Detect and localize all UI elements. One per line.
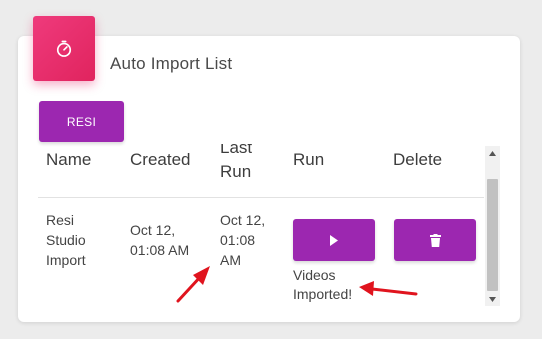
arrow-to-status	[359, 281, 418, 296]
arrow-to-last-run	[176, 266, 210, 303]
annotation-arrows	[176, 266, 418, 303]
